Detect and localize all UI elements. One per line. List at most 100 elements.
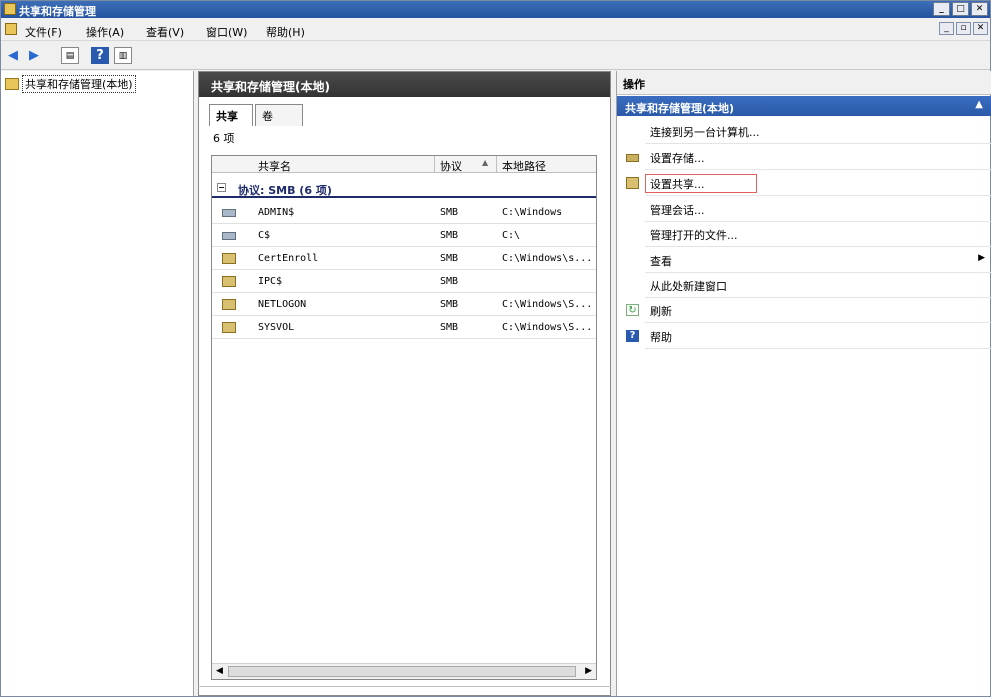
action-pane-header: 操作 [617, 71, 991, 95]
protocol-cell: SMB [440, 299, 459, 310]
collapse-icon[interactable]: − [217, 183, 226, 192]
toolbar: ◀ ▶ ▤ ? ▥ [1, 42, 990, 70]
share-list[interactable]: 共享名 协议 ▲ 本地路径 − 协议: SMB (6 项) ADMIN$ SMB C… [211, 155, 597, 680]
group-header[interactable]: − 协议: SMB (6 项) [212, 178, 596, 198]
share-name-cell: C$ [258, 230, 271, 241]
action-label: 帮助 [650, 331, 672, 344]
back-icon[interactable]: ◀ [4, 47, 22, 64]
action-view[interactable]: 查看 ▶ [617, 248, 991, 273]
title-bar[interactable]: 共享和存储管理 _ □ ✕ [1, 1, 990, 18]
mdi-close-button[interactable]: ✕ [973, 22, 988, 35]
menu-file[interactable]: 文件(F) [25, 24, 62, 40]
table-row[interactable]: ADMIN$ SMB C:\Windows [212, 201, 596, 224]
menu-view[interactable]: 查看(V) [146, 24, 184, 40]
mdi-restore-button[interactable]: ▫ [956, 22, 971, 35]
group-label: 协议: SMB (6 项) [238, 184, 332, 197]
local-path-cell: C:\Windows\s... [502, 253, 593, 264]
app-icon [4, 3, 16, 15]
column-local-path[interactable]: 本地路径 [502, 158, 546, 174]
action-manage-sessions[interactable]: 管理会话... [617, 197, 991, 222]
action-section-header[interactable]: 共享和存储管理(本地) ▲ [617, 96, 991, 116]
pane-title: 共享和存储管理(本地) [199, 72, 610, 97]
tree-node-label: 共享和存储管理(本地) [22, 75, 136, 93]
collapse-section-icon[interactable]: ▲ [975, 99, 983, 110]
action-manage-open-files[interactable]: 管理打开的文件... [617, 222, 991, 247]
scrollbar-thumb[interactable] [228, 666, 576, 677]
tab-shares[interactable]: 共享 [209, 104, 253, 126]
protocol-cell: SMB [440, 207, 459, 218]
tree-node-root[interactable]: 共享和存储管理(本地) [5, 75, 136, 93]
action-label: 管理打开的文件... [650, 229, 738, 242]
table-row[interactable]: IPC$ SMB [212, 270, 596, 293]
scroll-right-icon[interactable]: ▶ [585, 666, 592, 676]
minimize-button[interactable]: _ [933, 2, 950, 16]
mmc-window: 共享和存储管理 _ □ ✕ 文件(F) 操作(A) 查看(V) 窗口(W) 帮助… [0, 0, 991, 697]
share-name-cell: SYSVOL [258, 322, 295, 333]
action-new-window-from-here[interactable]: 从此处新建窗口 [617, 273, 991, 298]
table-row[interactable]: CertEnroll SMB C:\Windows\s... [212, 247, 596, 270]
action-pane: 操作 共享和存储管理(本地) ▲ 连接到另一台计算机... 设置存储... 设置共享… [616, 71, 991, 696]
action-label: 查看 [650, 255, 672, 268]
results-pane: 共享和存储管理(本地) 共享 卷 6 项 共享名 协议 ▲ 本地路径 − 协议:… [198, 71, 611, 696]
column-protocol[interactable]: 协议 [440, 158, 462, 174]
folder-share-icon [222, 276, 236, 287]
column-share-name[interactable]: 共享名 [258, 158, 291, 174]
mdi-doc-icon [5, 23, 17, 35]
local-path-cell: C:\Windows [502, 207, 563, 218]
action-label: 刷新 [650, 305, 672, 318]
folder-share-icon [222, 253, 236, 264]
table-row[interactable]: C$ SMB C:\ [212, 224, 596, 247]
scroll-left-icon[interactable]: ◀ [216, 666, 223, 676]
action-label: 设置存储... [650, 152, 705, 165]
item-count: 6 项 [213, 132, 235, 145]
local-path-cell: C:\ [502, 230, 521, 241]
local-path-cell: C:\Windows\S... [502, 322, 593, 333]
protocol-cell: SMB [440, 322, 459, 333]
menu-bar: 文件(F) 操作(A) 查看(V) 窗口(W) 帮助(H) _ ▫ ✕ [1, 19, 990, 41]
show-hide-tree-icon[interactable]: ▤ [61, 47, 79, 64]
maximize-button[interactable]: □ [952, 2, 969, 16]
window-title: 共享和存储管理 [19, 5, 96, 18]
action-connect-another-computer[interactable]: 连接到另一台计算机... [617, 119, 991, 144]
menu-action[interactable]: 操作(A) [86, 24, 124, 40]
action-section-label: 共享和存储管理(本地) [625, 102, 735, 115]
action-label: 从此处新建窗口 [650, 280, 727, 293]
folder-share-icon [222, 299, 236, 310]
drive-share-icon [222, 232, 236, 240]
share-name-cell: CertEnroll [258, 253, 319, 264]
share-name-cell: ADMIN$ [258, 207, 295, 218]
protocol-cell: SMB [440, 253, 459, 264]
protocol-cell: SMB [440, 230, 459, 241]
share-name-cell: IPC$ [258, 276, 283, 287]
action-label: 连接到另一台计算机... [650, 126, 760, 139]
action-refresh[interactable]: ↻ 刷新 [617, 298, 991, 323]
local-path-cell: C:\Windows\S... [502, 299, 593, 310]
list-header: 共享名 协议 ▲ 本地路径 [212, 156, 596, 173]
sort-ascending-icon: ▲ [482, 158, 489, 167]
action-help[interactable]: ? 帮助 [617, 324, 991, 349]
drive-share-icon [222, 209, 236, 217]
share-storage-icon [5, 78, 19, 90]
menu-help[interactable]: 帮助(H) [266, 24, 305, 40]
horizontal-scrollbar[interactable]: ◀ ▶ [212, 663, 596, 679]
action-label: 管理会话... [650, 204, 705, 217]
forward-icon[interactable]: ▶ [25, 47, 43, 64]
close-button[interactable]: ✕ [971, 2, 988, 16]
table-row[interactable]: SYSVOL SMB C:\Windows\S... [212, 316, 596, 339]
table-row[interactable]: NETLOGON SMB C:\Windows\S... [212, 293, 596, 316]
tab-volumes[interactable]: 卷 [255, 104, 303, 126]
action-provision-storage[interactable]: 设置存储... [617, 145, 991, 170]
protocol-cell: SMB [440, 276, 459, 287]
storage-icon [626, 154, 639, 162]
show-hide-action-pane-icon[interactable]: ▥ [114, 47, 132, 64]
folder-share-icon [222, 322, 236, 333]
share-name-cell: NETLOGON [258, 299, 307, 310]
mdi-minimize-button[interactable]: _ [939, 22, 954, 35]
submenu-arrow-icon: ▶ [978, 253, 985, 263]
menu-window[interactable]: 窗口(W) [206, 24, 247, 40]
help-icon: ? [626, 330, 639, 342]
console-tree: 共享和存储管理(本地) [1, 71, 194, 696]
highlight-box [645, 174, 757, 193]
refresh-icon: ↻ [626, 304, 639, 316]
help-icon[interactable]: ? [91, 47, 109, 64]
